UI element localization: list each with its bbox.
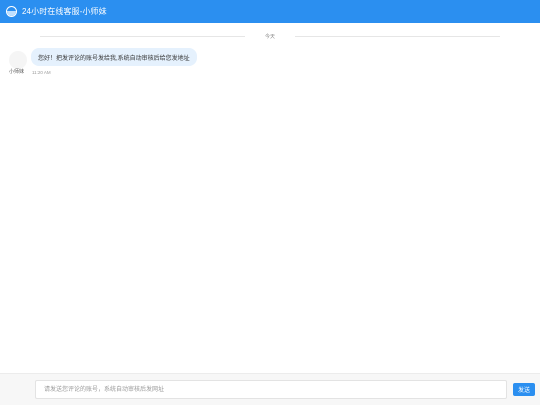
message-time: 11:20 AM bbox=[32, 70, 51, 75]
chat-header: 24小时在线客服-小师妹 bbox=[0, 0, 540, 23]
message-input[interactable] bbox=[35, 380, 507, 399]
message-bubble: 您好！把发评论的账号发给我,系统自动审核后给您发地址 bbox=[31, 48, 197, 66]
date-divider-label: 今天 bbox=[264, 33, 275, 40]
chat-window: 24小时在线客服-小师妹 今天 小师妹 您好！把发评论的账号发给我,系统自动审核… bbox=[0, 0, 540, 405]
divider-line-left bbox=[39, 35, 245, 37]
chat-title: 24小时在线客服-小师妹 bbox=[22, 7, 107, 16]
divider-line-right bbox=[295, 35, 500, 37]
send-button[interactable]: 发送 bbox=[513, 383, 535, 396]
date-divider: 今天 bbox=[0, 31, 540, 41]
composer-bar: 发送 bbox=[0, 373, 540, 405]
message-row: 小师妹 您好！把发评论的账号发给我,系统自动审核后给您发地址 11:20 AM bbox=[0, 47, 540, 87]
chat-logo-icon bbox=[6, 6, 17, 17]
agent-avatar bbox=[9, 51, 27, 69]
sender-name: 小师妹 bbox=[9, 69, 25, 75]
